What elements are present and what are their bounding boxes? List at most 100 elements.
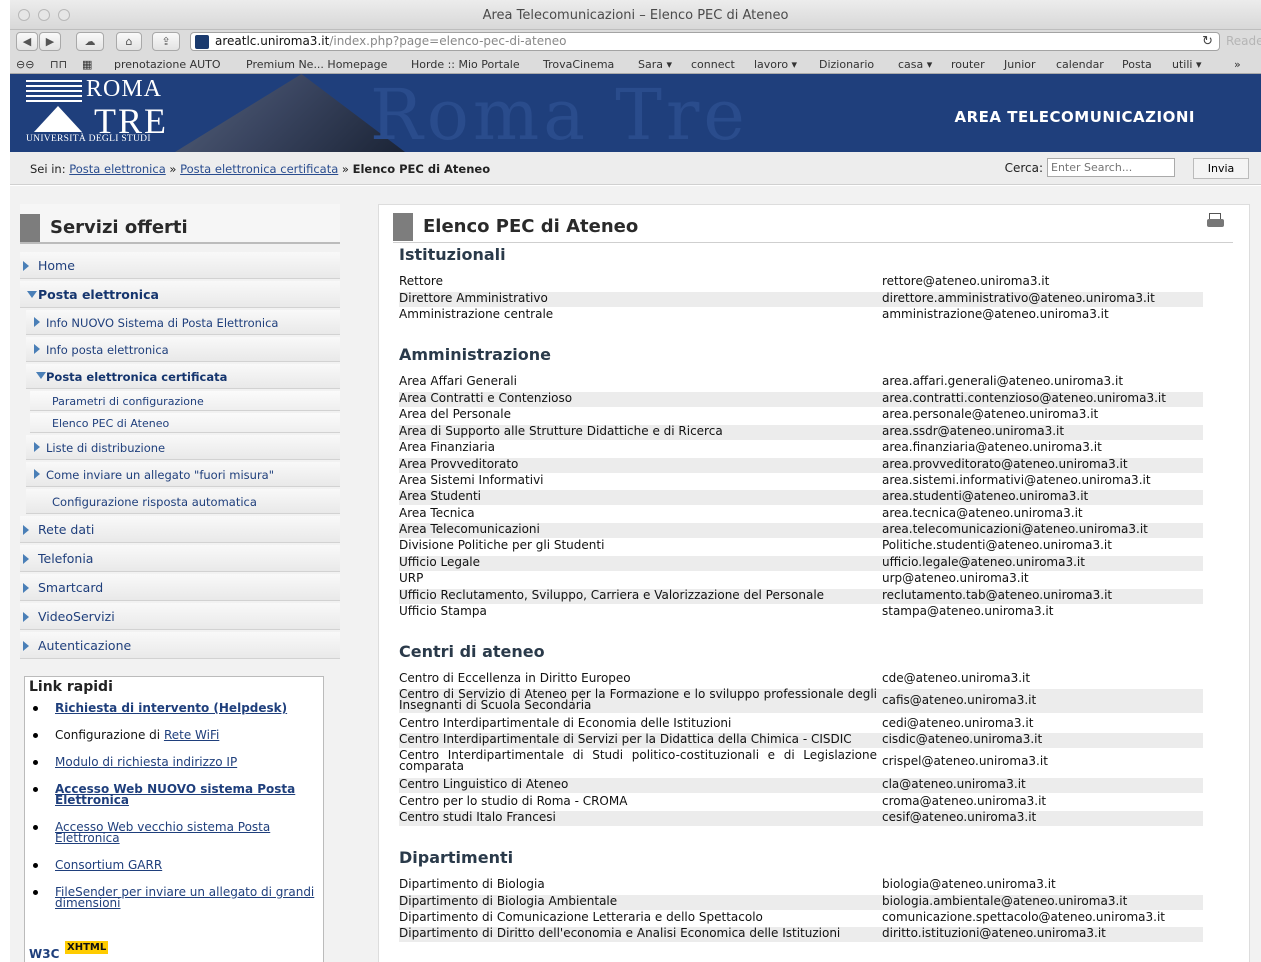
nav-pec[interactable]: Posta elettronica certificata bbox=[26, 364, 340, 389]
office-name: Centro Interdipartimentale di Economia d… bbox=[399, 716, 732, 730]
pec-email[interactable]: area.sistemi.informativi@ateneo.uniroma3… bbox=[882, 474, 1151, 487]
search-input[interactable] bbox=[1047, 158, 1175, 177]
nav-risposta[interactable]: Configurazione risposta automatica bbox=[26, 489, 340, 514]
forward-button[interactable]: ▶ bbox=[39, 32, 61, 51]
pec-email[interactable]: biologia@ateneo.uniroma3.it bbox=[882, 878, 1056, 891]
pec-email[interactable]: area.finanziaria@ateneo.uniroma3.it bbox=[882, 441, 1102, 454]
pec-email[interactable]: area.studenti@ateneo.uniroma3.it bbox=[882, 490, 1088, 503]
pec-email[interactable]: direttore.amministrativo@ateneo.uniroma3… bbox=[882, 292, 1155, 305]
bookmark-item[interactable]: Posta bbox=[1122, 58, 1152, 71]
pec-email[interactable]: area.affari.generali@ateneo.uniroma3.it bbox=[882, 375, 1123, 388]
old-webmail-link[interactable]: Accesso Web vecchio sistema Posta Elettr… bbox=[55, 820, 270, 845]
bookmark-item[interactable]: prenotazione AUTO bbox=[114, 58, 221, 71]
pec-email[interactable]: cde@ateneo.uniroma3.it bbox=[882, 672, 1030, 685]
pec-email[interactable]: diritto.istituzioni@ateneo.uniroma3.it bbox=[882, 927, 1106, 940]
nav-rete-dati[interactable]: Rete dati bbox=[20, 516, 340, 543]
nav-liste[interactable]: Liste di distribuzione bbox=[26, 435, 340, 460]
table-row: Area del Personale area.personale@ateneo.… bbox=[399, 408, 1203, 423]
bookmark-item[interactable]: Horde :: Mio Portale bbox=[411, 58, 520, 71]
nav-home[interactable]: Home bbox=[20, 252, 340, 279]
cloud-icon[interactable]: ☁ bbox=[76, 32, 104, 51]
nav-posta[interactable]: Posta elettronica bbox=[20, 281, 340, 308]
pec-email[interactable]: comunicazione.spettacolo@ateneo.uniroma3… bbox=[882, 911, 1165, 924]
pec-email[interactable]: stampa@ateneo.uniroma3.it bbox=[882, 605, 1053, 618]
filesender-link[interactable]: FileSender per inviare un allegato di gr… bbox=[55, 885, 314, 910]
nav-elenco-pec[interactable]: Elenco PEC di Ateneo bbox=[30, 413, 340, 433]
breadcrumb-link[interactable]: Posta elettronica certificata bbox=[180, 162, 338, 176]
bookmark-item[interactable]: Junior bbox=[1004, 58, 1036, 71]
pec-email[interactable]: urp@ateneo.uniroma3.it bbox=[882, 572, 1029, 585]
garr-link[interactable]: Consortium GARR bbox=[55, 858, 162, 872]
pec-email[interactable]: biologia.ambientale@ateneo.uniroma3.it bbox=[882, 895, 1127, 908]
pec-email[interactable]: area.ssdr@ateneo.uniroma3.it bbox=[882, 425, 1064, 438]
nav-parametri[interactable]: Parametri di configurazione bbox=[30, 391, 340, 411]
bookmark-item[interactable]: lavoro ▾ bbox=[754, 58, 797, 71]
helpdesk-link[interactable]: Richiesta di intervento (Helpdesk) bbox=[55, 701, 287, 715]
university-logo[interactable]: ROMA TRE UNIVERSITÀ DEGLI STUDI bbox=[24, 76, 166, 148]
new-webmail-link[interactable]: Accesso Web NUOVO sistema Posta Elettron… bbox=[55, 782, 295, 807]
overflow-chevron-icon[interactable]: » bbox=[1234, 58, 1241, 71]
office-name: Area Affari Generali bbox=[399, 374, 517, 388]
pec-email[interactable]: rettore@ateneo.uniroma3.it bbox=[882, 275, 1049, 288]
pec-email[interactable]: Politiche.studenti@ateneo.uniroma3.it bbox=[882, 539, 1112, 552]
bookmarks-icon[interactable]: ⊓⊓ bbox=[50, 58, 67, 71]
pec-email[interactable]: cla@ateneo.uniroma3.it bbox=[882, 778, 1026, 791]
section-title: Centri di ateneo bbox=[399, 642, 545, 661]
address-bar[interactable]: areatlc.uniroma3.it/index.php?page=elenc… bbox=[190, 32, 1220, 51]
pec-email[interactable]: cesif@ateneo.uniroma3.it bbox=[882, 811, 1036, 824]
ip-request-link[interactable]: Modulo di richiesta indirizzo IP bbox=[55, 755, 237, 769]
nav-autenticazione[interactable]: Autenticazione bbox=[20, 632, 340, 659]
bookmark-item[interactable]: connect bbox=[691, 58, 735, 71]
pec-email[interactable]: cafis@ateneo.uniroma3.it bbox=[882, 694, 1036, 707]
list-item: Modulo di richiesta indirizzo IP bbox=[29, 755, 323, 769]
bookmark-item[interactable]: Sara ▾ bbox=[638, 58, 672, 71]
reader-button[interactable]: Reader bbox=[1226, 34, 1261, 48]
pec-email[interactable]: amministrazione@ateneo.uniroma3.it bbox=[882, 308, 1109, 321]
sidebar: Servizi offerti Home Posta elettronica I… bbox=[20, 204, 340, 659]
pec-email[interactable]: area.tecnica@ateneo.uniroma3.it bbox=[882, 507, 1083, 520]
bookmark-item[interactable]: calendar bbox=[1056, 58, 1104, 71]
bookmark-item[interactable]: Premium Ne... Homepage bbox=[246, 58, 387, 71]
list-item: Richiesta di intervento (Helpdesk) bbox=[29, 701, 323, 715]
browser-window: Area Telecomunicazioni – Elenco PEC di A… bbox=[10, 0, 1261, 962]
pec-email[interactable]: area.provveditorato@ateneo.uniroma3.it bbox=[882, 458, 1128, 471]
bookmark-item[interactable]: utili ▾ bbox=[1172, 58, 1201, 71]
office-name: Ufficio Legale bbox=[399, 555, 481, 569]
pec-email[interactable]: cedi@ateneo.uniroma3.it bbox=[882, 717, 1033, 730]
home-icon[interactable]: ⌂ bbox=[116, 32, 142, 51]
bookmark-item[interactable]: router bbox=[951, 58, 985, 71]
wifi-link[interactable]: Rete WiFi bbox=[164, 728, 219, 742]
back-button[interactable]: ◀ bbox=[16, 32, 38, 51]
pec-email[interactable]: crispel@ateneo.uniroma3.it bbox=[882, 755, 1048, 768]
pec-email[interactable]: croma@ateneo.uniroma3.it bbox=[882, 795, 1046, 808]
top-sites-icon[interactable]: ▦ bbox=[82, 58, 92, 71]
search-button[interactable]: Invia bbox=[1193, 158, 1249, 179]
pec-email[interactable]: ufficio.legale@ateneo.uniroma3.it bbox=[882, 556, 1085, 569]
bookmark-item[interactable]: TrovaCinema bbox=[543, 58, 614, 71]
nav-videoservizi[interactable]: VideoServizi bbox=[20, 603, 340, 630]
bookmark-item[interactable]: casa ▾ bbox=[898, 58, 932, 71]
office-name: Ufficio Stampa bbox=[399, 604, 487, 618]
pec-email[interactable]: area.personale@ateneo.uniroma3.it bbox=[882, 408, 1098, 421]
pec-email[interactable]: cisdic@ateneo.uniroma3.it bbox=[882, 733, 1042, 746]
nav-info-posta[interactable]: Info posta elettronica bbox=[26, 337, 340, 362]
nav-allegato[interactable]: Come inviare un allegato "fuori misura" bbox=[26, 462, 340, 487]
pec-email[interactable]: reclutamento.tab@ateneo.uniroma3.it bbox=[882, 589, 1112, 602]
pec-email[interactable]: area.contratti.contenzioso@ateneo.unirom… bbox=[882, 392, 1166, 405]
reading-list-icon[interactable]: ⊖⊖ bbox=[16, 58, 34, 71]
breadcrumb-link[interactable]: Posta elettronica bbox=[69, 162, 166, 176]
share-icon[interactable]: ⇪ bbox=[152, 32, 180, 51]
reload-icon[interactable]: ↻ bbox=[1202, 33, 1213, 50]
nav-smartcard[interactable]: Smartcard bbox=[20, 574, 340, 601]
xhtml-badge[interactable]: W3C XHTML bbox=[29, 937, 109, 962]
arrow-right-icon bbox=[34, 442, 40, 452]
print-icon[interactable] bbox=[1207, 213, 1225, 229]
office-name: Rettore bbox=[399, 274, 443, 288]
nav-info-nuovo[interactable]: Info NUOVO Sistema di Posta Elettronica bbox=[26, 310, 340, 335]
office-name: Area Finanziaria bbox=[399, 440, 495, 454]
bookmark-item[interactable]: Dizionario bbox=[819, 58, 874, 71]
pec-email[interactable]: area.telecomunicazioni@ateneo.uniroma3.i… bbox=[882, 523, 1148, 536]
table-row: Ufficio Stampa stampa@ateneo.uniroma3.it bbox=[399, 605, 1203, 620]
list-item: Accesso Web NUOVO sistema Posta Elettron… bbox=[29, 782, 323, 807]
nav-telefonia[interactable]: Telefonia bbox=[20, 545, 340, 572]
